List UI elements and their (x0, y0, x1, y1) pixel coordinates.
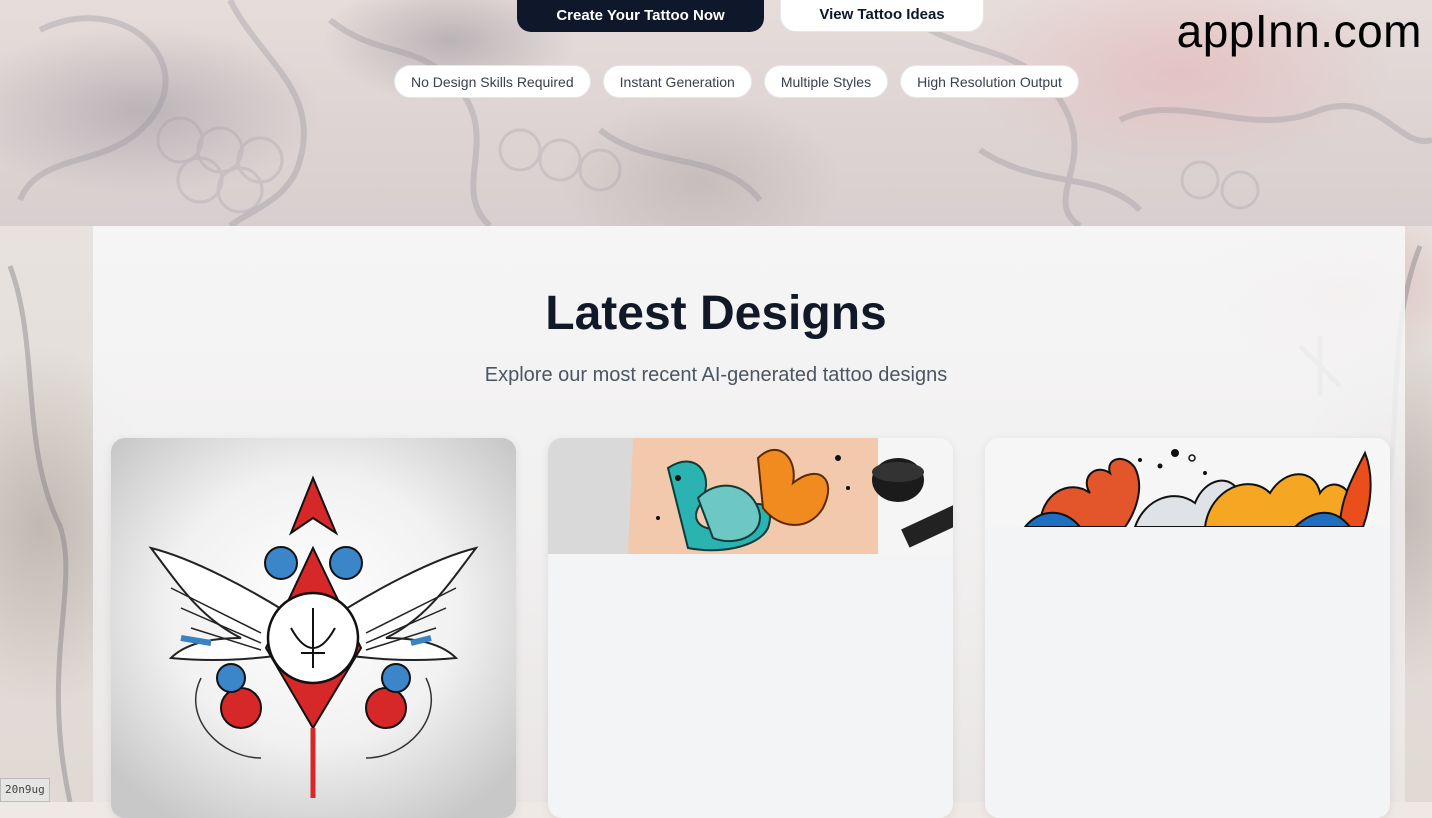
feature-pill-multiple-styles: Multiple Styles (763, 65, 889, 98)
debug-tag: 20n9ug (0, 778, 50, 802)
feature-pill-high-resolution: High Resolution Output (900, 65, 1079, 98)
design-card-2[interactable] (548, 438, 953, 818)
create-tattoo-button[interactable]: Create Your Tattoo Now (517, 0, 764, 32)
feature-pill-no-design-skills: No Design Skills Required (394, 65, 591, 98)
design-card-1[interactable] (111, 438, 516, 818)
hero-button-row: Create Your Tattoo Now View Tattoo Ideas (517, 0, 984, 32)
view-tattoo-ideas-button[interactable]: View Tattoo Ideas (780, 0, 984, 32)
design-card-3[interactable] (985, 438, 1390, 818)
design-image-winged-mask[interactable] (111, 438, 516, 818)
feature-pills: No Design Skills Required Instant Genera… (394, 65, 1079, 98)
hero-section: Create Your Tattoo Now View Tattoo Ideas… (0, 0, 1432, 226)
watermark-text: appInn.com (1176, 5, 1422, 57)
section-title: Latest Designs (545, 287, 887, 340)
feature-pill-instant-generation: Instant Generation (602, 65, 752, 98)
design-image-flame-waves[interactable] (985, 438, 1390, 527)
section-subtitle: Explore our most recent AI-generated tat… (484, 364, 948, 386)
design-image-koi-phoenix-arm[interactable] (548, 438, 953, 554)
